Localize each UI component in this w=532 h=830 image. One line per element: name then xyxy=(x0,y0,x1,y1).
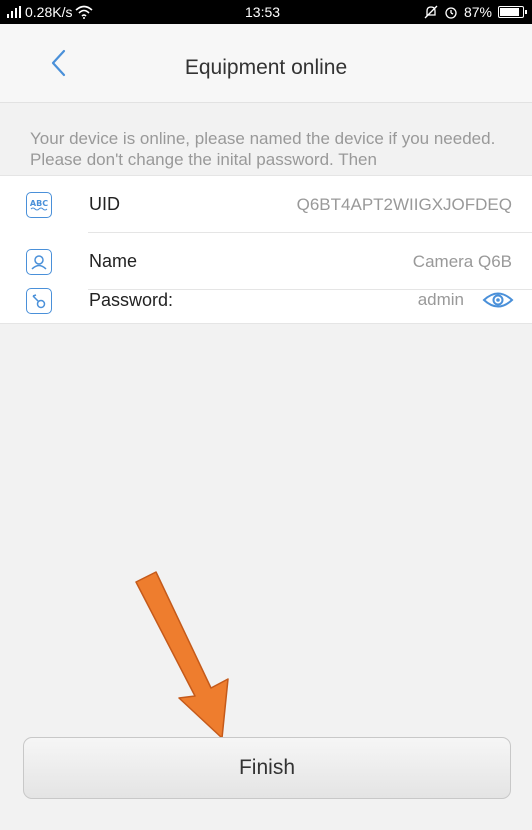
info-text: Your device is online, please named the … xyxy=(30,129,496,169)
mute-bell-icon xyxy=(424,5,438,19)
uid-label: UID xyxy=(89,194,120,214)
password-input[interactable]: admin xyxy=(418,290,464,310)
battery-percent: 87% xyxy=(463,4,492,20)
uid-row: ABC UID Q6BT4APT2WIIGXJOFDEQ xyxy=(0,176,532,233)
device-field-list: ABC UID Q6BT4APT2WIIGXJOFDEQ Name Camera… xyxy=(0,175,532,324)
status-right: 87% xyxy=(424,4,527,20)
name-row[interactable]: Name Camera Q6B xyxy=(0,233,532,290)
battery-fill xyxy=(500,8,520,16)
password-row[interactable]: Password: admin xyxy=(0,288,532,323)
svg-text:ABC: ABC xyxy=(30,199,48,208)
abc-icon: ABC xyxy=(26,192,52,218)
status-left: 0.28K/s xyxy=(6,4,94,20)
status-time: 13:53 xyxy=(245,4,281,20)
name-label: Name xyxy=(89,251,138,271)
eye-icon[interactable] xyxy=(482,290,514,310)
finish-button[interactable]: Finish xyxy=(23,737,511,799)
uid-value: Q6BT4APT2WIIGXJOFDEQ xyxy=(296,195,512,214)
page-title: Equipment online xyxy=(184,56,348,79)
status-bar: 0.28K/s 13:53 87% xyxy=(0,0,532,24)
key-icon xyxy=(26,288,52,314)
wifi-icon xyxy=(75,5,94,19)
orange-arrow-icon xyxy=(135,571,229,739)
signal-icon xyxy=(7,5,21,18)
name-input[interactable]: Camera Q6B xyxy=(413,252,512,272)
network-speed: 0.28K/s xyxy=(25,4,73,20)
nav-bar: Equipment online xyxy=(0,24,532,103)
password-label: Password: xyxy=(89,290,174,310)
alarm-icon xyxy=(445,7,457,19)
battery-icon xyxy=(498,6,527,18)
person-icon xyxy=(26,249,52,275)
